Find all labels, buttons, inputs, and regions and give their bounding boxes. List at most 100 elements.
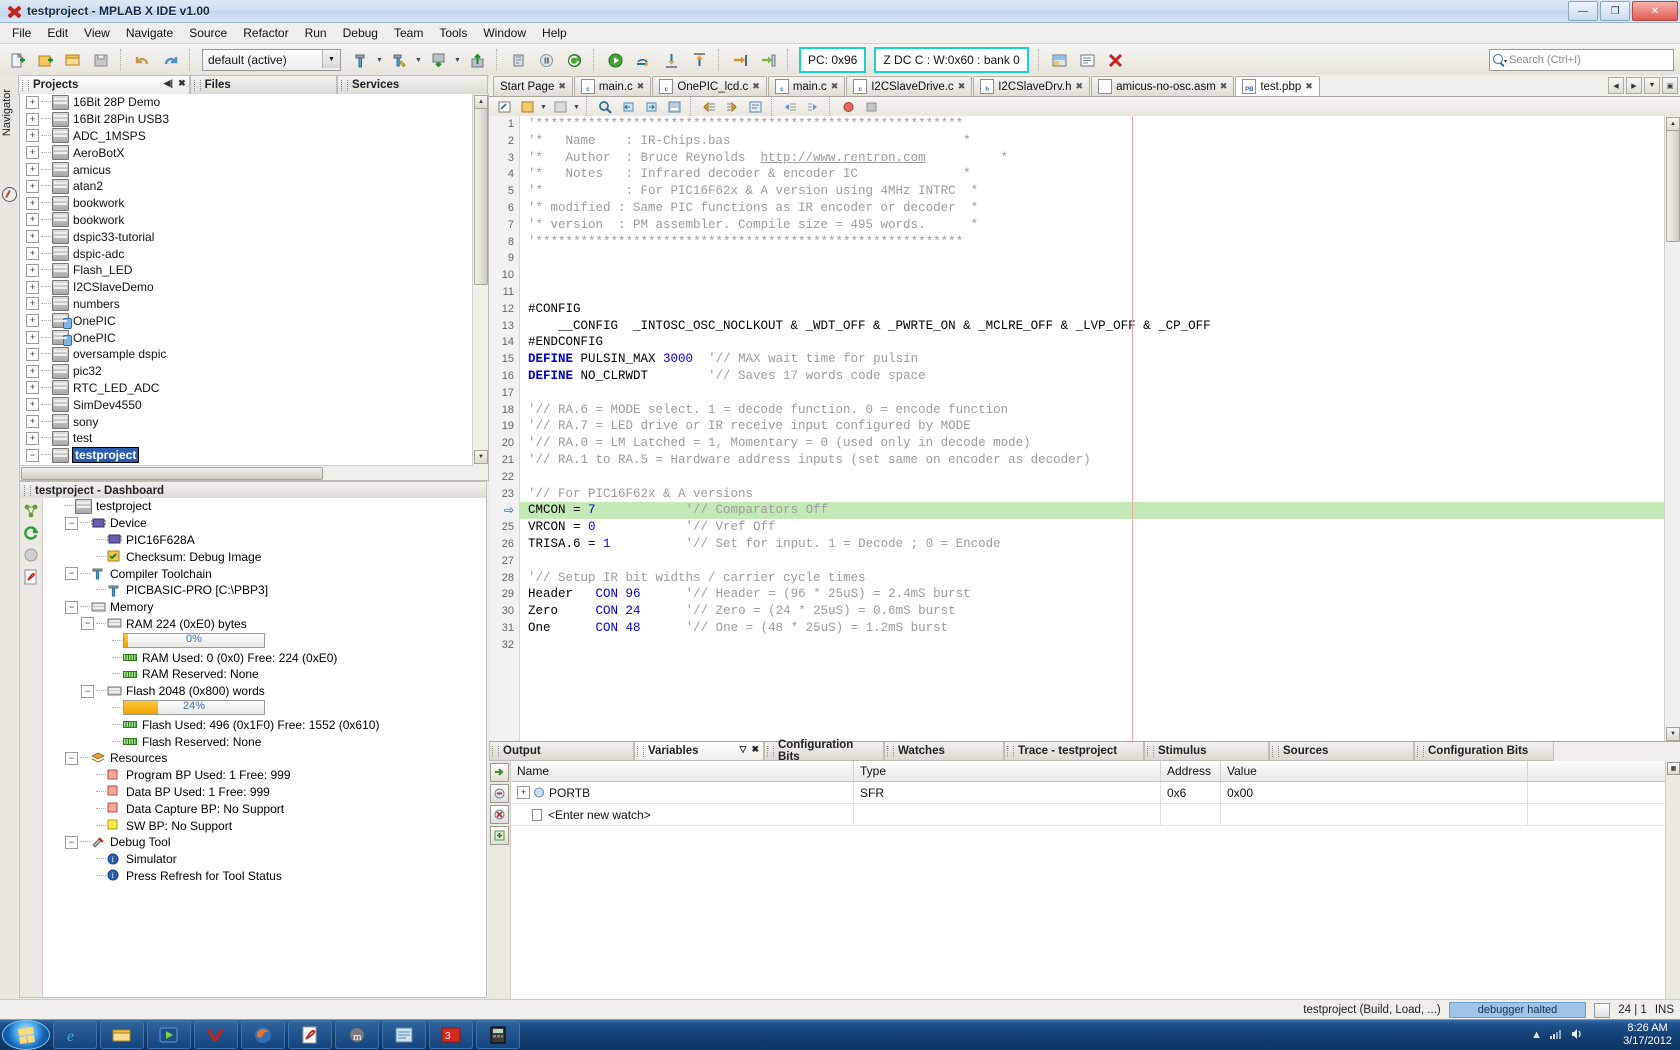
code-line[interactable]: '* : For PIC16F62x & A version using 4MH…	[520, 183, 1665, 200]
projects-vscroll-thumb[interactable]	[474, 108, 488, 285]
toggle-bookmark-icon[interactable]	[516, 97, 538, 117]
source-code-area[interactable]: '***************************************…	[520, 116, 1665, 742]
menu-item-debug[interactable]: Debug	[335, 24, 386, 42]
drag-grip-icon[interactable]	[492, 746, 499, 757]
status-notification-icon[interactable]	[1594, 1003, 1610, 1018]
dashboard-item-row[interactable]: −Flash 2048 (0x800) words	[43, 683, 486, 700]
code-line[interactable]: '// RA.0 = LM Latched = 1, Momentary = 0…	[520, 435, 1665, 452]
dashboard-item-row[interactable]: −Memory	[43, 599, 486, 616]
menu-item-file[interactable]: File	[4, 24, 39, 42]
collapse-icon[interactable]: −	[65, 752, 78, 765]
close-tab-icon[interactable]: ✖	[1076, 81, 1084, 92]
tray-expand-icon[interactable]: ▲	[1531, 1029, 1542, 1041]
expand-icon[interactable]: +	[26, 365, 39, 378]
step-into-icon[interactable]	[658, 47, 684, 73]
editor-vscroll-thumb[interactable]	[1666, 130, 1680, 242]
project-tree-item-row[interactable]: +sony	[20, 413, 472, 430]
code-line[interactable]	[520, 637, 1665, 654]
drag-grip-icon[interactable]	[1272, 746, 1279, 757]
expand-icon[interactable]: +	[26, 331, 39, 344]
dashboard-item-row[interactable]: Program BP Used: 1 Free: 999	[43, 767, 486, 784]
close-tab-icon[interactable]: ✖	[1220, 81, 1228, 92]
start-button[interactable]	[2, 1020, 50, 1050]
menu-item-window[interactable]: Window	[475, 24, 534, 42]
dock-tab-configuration-bits[interactable]: Configuration Bits	[1414, 742, 1554, 761]
shift-left-icon[interactable]	[698, 97, 720, 117]
drag-grip-icon[interactable]	[1147, 746, 1154, 757]
code-line[interactable]: '***************************************…	[520, 116, 1665, 133]
project-tree-item-row[interactable]: +AeroBotX	[20, 144, 472, 161]
navigator-strip[interactable]: Navigator	[0, 75, 19, 1020]
collapse-icon[interactable]: −	[65, 517, 78, 530]
refresh-debug-tool-icon[interactable]	[22, 524, 40, 542]
stop-debug-icon[interactable]	[1103, 47, 1129, 73]
redo-icon[interactable]	[157, 47, 183, 73]
project-tree-item-row[interactable]: +I2CSlaveDemo	[20, 279, 472, 296]
run-to-cursor-icon[interactable]	[727, 47, 753, 73]
expand-icon[interactable]: +	[26, 398, 39, 411]
close-panel-icon[interactable]: ✖	[751, 744, 759, 755]
code-line[interactable]	[520, 553, 1665, 570]
find-previous-icon[interactable]	[617, 97, 639, 117]
dock-tab-output[interactable]: Output	[489, 742, 634, 761]
drag-grip-icon[interactable]	[22, 80, 29, 91]
expand-icon[interactable]: +	[26, 281, 39, 294]
menu-item-navigate[interactable]: Navigate	[118, 24, 181, 42]
expand-icon[interactable]: +	[26, 163, 39, 176]
close-tab-icon[interactable]: ✖	[958, 81, 966, 92]
editor-tab-i2cslavedrive-c[interactable]: cI2CSlaveDrive.c✖	[846, 76, 972, 96]
dashboard-item-row[interactable]: SW BP: No Support	[43, 817, 486, 834]
drag-grip-icon[interactable]	[637, 746, 644, 757]
taskbar-item-acrobat[interactable]	[288, 1021, 332, 1049]
toggle-breakpoint-icon[interactable]	[837, 97, 859, 117]
dashboard-item-row[interactable]: Flash Reserved: None	[43, 733, 486, 750]
code-line[interactable]: Header CON 96 '// Header = (96 * 25uS) =…	[520, 586, 1665, 603]
dashboard-item-row[interactable]: 24%	[43, 700, 486, 717]
code-line[interactable]	[520, 469, 1665, 486]
explorer-tab-services[interactable]: Services	[337, 75, 488, 95]
dashboard-item-row[interactable]: iPress Refresh for Tool Status	[43, 868, 486, 885]
dashboard-item-row[interactable]: Data Capture BP: No Support	[43, 800, 486, 817]
taskbar-item-explorer[interactable]	[100, 1021, 144, 1049]
project-config-combo[interactable]: default (active) ▼	[202, 49, 341, 71]
close-panel-icon[interactable]: ✖	[178, 78, 186, 89]
editor-tab-i2cslavedrv-h[interactable]: hI2CSlaveDrv.h✖	[973, 76, 1090, 96]
dashboard-item-row[interactable]: 0%	[43, 632, 486, 649]
new-watch-icon[interactable]	[490, 763, 509, 782]
dashboard-item-row[interactable]: PIC16F628A	[43, 532, 486, 549]
dock-tab-stimulus[interactable]: Stimulus	[1144, 742, 1269, 761]
editor-tab-main-c[interactable]: cmain.c✖	[768, 76, 845, 96]
project-tree-item-row[interactable]: +amicus	[20, 161, 472, 178]
tab-list-icon[interactable]: ▼	[1644, 77, 1660, 94]
editor-tab-start-page[interactable]: Start Page✖	[493, 76, 573, 96]
code-line[interactable]: '* Name : IR-Chips.bas *	[520, 133, 1665, 150]
device-datasheet-icon[interactable]	[22, 546, 40, 564]
project-tree-item-row[interactable]: +OnePIC	[20, 329, 472, 346]
expand-icon[interactable]: +	[26, 297, 39, 310]
column-header-type[interactable]: Type	[854, 761, 1161, 781]
collapse-icon[interactable]: −	[26, 449, 39, 462]
collapse-icon[interactable]: −	[65, 601, 78, 614]
editor-scroll-down-icon[interactable]: ▼	[1666, 727, 1680, 741]
code-line[interactable]: '* Notes : Infrared decoder & encoder IC…	[520, 166, 1665, 183]
dashboard-item-row[interactable]: PICBASIC-PRO [C:\PBP3]	[43, 582, 486, 599]
menu-item-edit[interactable]: Edit	[39, 24, 76, 42]
close-tab-icon[interactable]: ✖	[831, 81, 839, 92]
projects-hscrollbar[interactable]	[20, 465, 473, 480]
expand-icon[interactable]: +	[26, 230, 39, 243]
project-tree-item-row[interactable]: +numbers	[20, 296, 472, 313]
dock-tab-configuration-bits[interactable]: Configuration Bits	[764, 742, 884, 761]
dock-tab-variables[interactable]: Variables▽✖	[634, 742, 764, 761]
project-properties-icon[interactable]	[22, 502, 40, 520]
expand-icon[interactable]: +	[26, 381, 39, 394]
projects-vscrollbar[interactable]: ▲ ▼	[472, 94, 488, 480]
expand-icon[interactable]: +	[26, 314, 39, 327]
watch-cell-value[interactable]: 0x00	[1221, 782, 1528, 803]
toggle-highlight-icon[interactable]	[663, 97, 685, 117]
previous-error-icon[interactable]	[779, 97, 801, 117]
collapse-icon[interactable]: −	[65, 567, 78, 580]
dock-tab-trace---testproject[interactable]: Trace - testproject	[1004, 742, 1144, 761]
drag-grip-icon[interactable]	[1007, 746, 1014, 757]
maximize-button[interactable]: ❐	[1600, 1, 1630, 21]
maximize-editor-icon[interactable]: ▣	[1662, 77, 1678, 94]
